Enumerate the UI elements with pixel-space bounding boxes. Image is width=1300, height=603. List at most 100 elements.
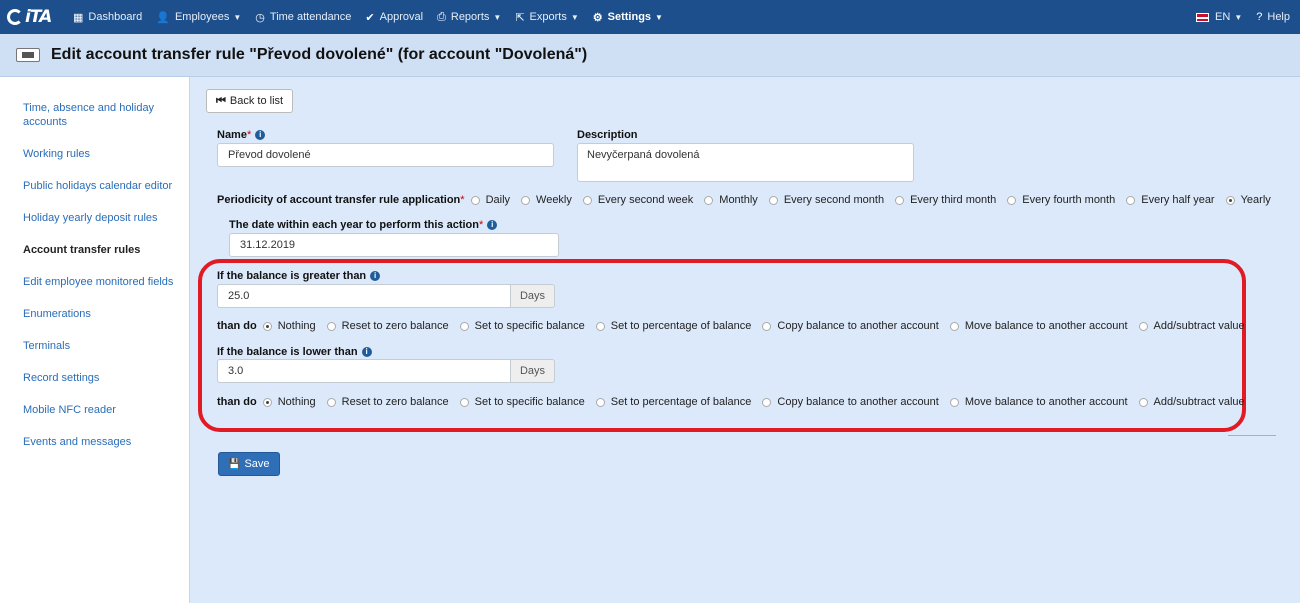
radio-button[interactable]	[768, 195, 778, 205]
periodicity-radio-yearly[interactable]: Yearly	[1225, 194, 1271, 206]
info-icon[interactable]: i	[361, 347, 372, 358]
sidebar-item-working-rules[interactable]: Working rules	[0, 147, 189, 161]
nav-label: Employees	[174, 11, 230, 23]
radio-button[interactable]	[521, 195, 531, 205]
name-input[interactable]: Převod dovolené	[217, 143, 554, 167]
lower-action-radio-set-to-percentage-of-balance[interactable]: Set to percentage of balance	[595, 396, 751, 408]
lower-action-radio-add-subtract-value[interactable]: Add/subtract value	[1138, 396, 1245, 408]
back-to-list-button[interactable]: ⏮ Back to list	[206, 89, 294, 113]
radio-button[interactable]	[595, 397, 605, 407]
radio-label: Add/subtract value	[1153, 320, 1245, 332]
periodicity-radio-weekly[interactable]: Weekly	[521, 194, 572, 206]
dashboard-icon: ▦	[73, 11, 84, 24]
help-link[interactable]: ? Help	[1249, 0, 1300, 34]
radio-button[interactable]	[762, 321, 772, 331]
radio-button[interactable]	[326, 397, 336, 407]
name-label-text: Name	[217, 129, 247, 141]
radio-label: Copy balance to another account	[777, 396, 939, 408]
radio-button[interactable]	[595, 321, 605, 331]
info-icon[interactable]: i	[487, 220, 498, 231]
radio-button[interactable]	[262, 397, 272, 407]
radio-button[interactable]	[582, 195, 592, 205]
periodicity-radio-every-half-year[interactable]: Every half year	[1126, 194, 1215, 206]
nav-reports[interactable]: ⎙ Reports ▼	[430, 0, 508, 34]
nav-approval[interactable]: ✔ Approval	[358, 0, 430, 34]
radio-button[interactable]	[949, 321, 959, 331]
radio-button[interactable]	[895, 195, 905, 205]
nav-time-attendance[interactable]: ◷ Time attendance	[248, 0, 358, 34]
radio-label: Daily	[485, 194, 511, 206]
radio-button[interactable]	[704, 195, 714, 205]
nav-label: Reports	[450, 11, 490, 23]
sidebar-item-mobile-nfc-reader[interactable]: Mobile NFC reader	[0, 403, 189, 417]
greater-action-radio-nothing[interactable]: Nothing	[262, 320, 316, 332]
nav-settings[interactable]: ⚙ Settings ▼	[586, 0, 670, 34]
nav-employees[interactable]: 👤 Employees ▼	[149, 0, 248, 34]
date-input[interactable]: 31.12.2019	[229, 233, 559, 257]
radio-button[interactable]	[459, 321, 469, 331]
sidebar-item-edit-employee-monitored-fields[interactable]: Edit employee monitored fields	[0, 275, 189, 289]
sidebar-item-holiday-yearly-deposit-rules[interactable]: Holiday yearly deposit rules	[0, 211, 189, 225]
lower-than-label-text: If the balance is lower than	[217, 346, 358, 358]
periodicity-radio-every-second-week[interactable]: Every second week	[582, 194, 693, 206]
logo-text: iTA	[25, 7, 52, 27]
radio-label: Weekly	[536, 194, 572, 206]
sidebar-item-public-holidays-calendar-editor[interactable]: Public holidays calendar editor	[0, 179, 189, 193]
radio-label: Set to specific balance	[474, 320, 585, 332]
periodicity-radio-every-fourth-month[interactable]: Every fourth month	[1007, 194, 1115, 206]
lower-action-radio-copy-balance-to-another-account[interactable]: Copy balance to another account	[762, 396, 939, 408]
lower-action-radio-move-balance-to-another-account[interactable]: Move balance to another account	[949, 396, 1128, 408]
greater-action-radio-move-balance-to-another-account[interactable]: Move balance to another account	[949, 320, 1128, 332]
periodicity-radio-every-third-month[interactable]: Every third month	[895, 194, 996, 206]
radio-button[interactable]	[1126, 195, 1136, 205]
radio-button[interactable]	[1225, 195, 1235, 205]
sidebar-item-terminals[interactable]: Terminals	[0, 339, 189, 353]
radio-button[interactable]	[1138, 321, 1148, 331]
info-icon[interactable]: i	[370, 271, 381, 282]
radio-button[interactable]	[949, 397, 959, 407]
greater-action-radio-add-subtract-value[interactable]: Add/subtract value	[1138, 320, 1245, 332]
nav-dashboard[interactable]: ▦ Dashboard	[66, 0, 149, 34]
periodicity-options: Daily Weekly Every second week Monthly Every…	[470, 194, 1282, 206]
periodicity-radio-every-second-month[interactable]: Every second month	[768, 194, 884, 206]
check-icon: ✔	[365, 11, 375, 24]
sidebar-item-record-settings[interactable]: Record settings	[0, 371, 189, 385]
radio-button[interactable]	[470, 195, 480, 205]
periodicity-label: Periodicity of account transfer rule app…	[217, 194, 465, 206]
radio-label: Reset to zero balance	[341, 320, 449, 332]
main-content: ⏮ Back to list Name* i Převod dovolené De…	[190, 77, 1300, 603]
lower-action-radio-nothing[interactable]: Nothing	[262, 396, 316, 408]
divider	[1228, 435, 1276, 436]
nav-right: EN ▼ ? Help	[1189, 0, 1300, 34]
radio-button[interactable]	[1138, 397, 1148, 407]
chevron-down-icon: ▼	[655, 12, 663, 22]
greater-action-radio-copy-balance-to-another-account[interactable]: Copy balance to another account	[762, 320, 939, 332]
uk-flag-icon	[1196, 12, 1210, 22]
greater-than-input[interactable]: 25.0	[217, 284, 511, 308]
sidebar-item-account-transfer-rules[interactable]: Account transfer rules	[0, 243, 189, 257]
nav-exports[interactable]: ⇱ Exports ▼	[508, 0, 585, 34]
radio-button[interactable]	[762, 397, 772, 407]
greater-action-group: than do Nothing Reset to zero balance Set …	[217, 320, 1256, 332]
radio-button[interactable]	[459, 397, 469, 407]
periodicity-radio-daily[interactable]: Daily	[470, 194, 511, 206]
sidebar-item-time-absence-and-holiday-accounts[interactable]: Time, absence and holiday accounts	[0, 101, 189, 129]
radio-button[interactable]	[326, 321, 336, 331]
lower-than-input[interactable]: 3.0	[217, 359, 511, 383]
sidebar-item-events-and-messages[interactable]: Events and messages	[0, 435, 189, 449]
app-logo[interactable]: iTA	[0, 7, 66, 27]
periodicity-radio-monthly[interactable]: Monthly	[704, 194, 758, 206]
description-textarea[interactable]: Nevyčerpaná dovolená	[577, 143, 914, 182]
help-label: Help	[1267, 11, 1290, 23]
language-selector[interactable]: EN ▼	[1189, 0, 1249, 34]
lower-action-radio-set-to-specific-balance[interactable]: Set to specific balance	[459, 396, 585, 408]
radio-button[interactable]	[262, 321, 272, 331]
greater-action-radio-reset-to-zero-balance[interactable]: Reset to zero balance	[326, 320, 449, 332]
sidebar-item-enumerations[interactable]: Enumerations	[0, 307, 189, 321]
info-icon[interactable]: i	[255, 130, 266, 141]
radio-button[interactable]	[1007, 195, 1017, 205]
greater-action-radio-set-to-specific-balance[interactable]: Set to specific balance	[459, 320, 585, 332]
lower-action-radio-reset-to-zero-balance[interactable]: Reset to zero balance	[326, 396, 449, 408]
save-button[interactable]: 💾 Save	[218, 452, 280, 476]
greater-action-radio-set-to-percentage-of-balance[interactable]: Set to percentage of balance	[595, 320, 751, 332]
